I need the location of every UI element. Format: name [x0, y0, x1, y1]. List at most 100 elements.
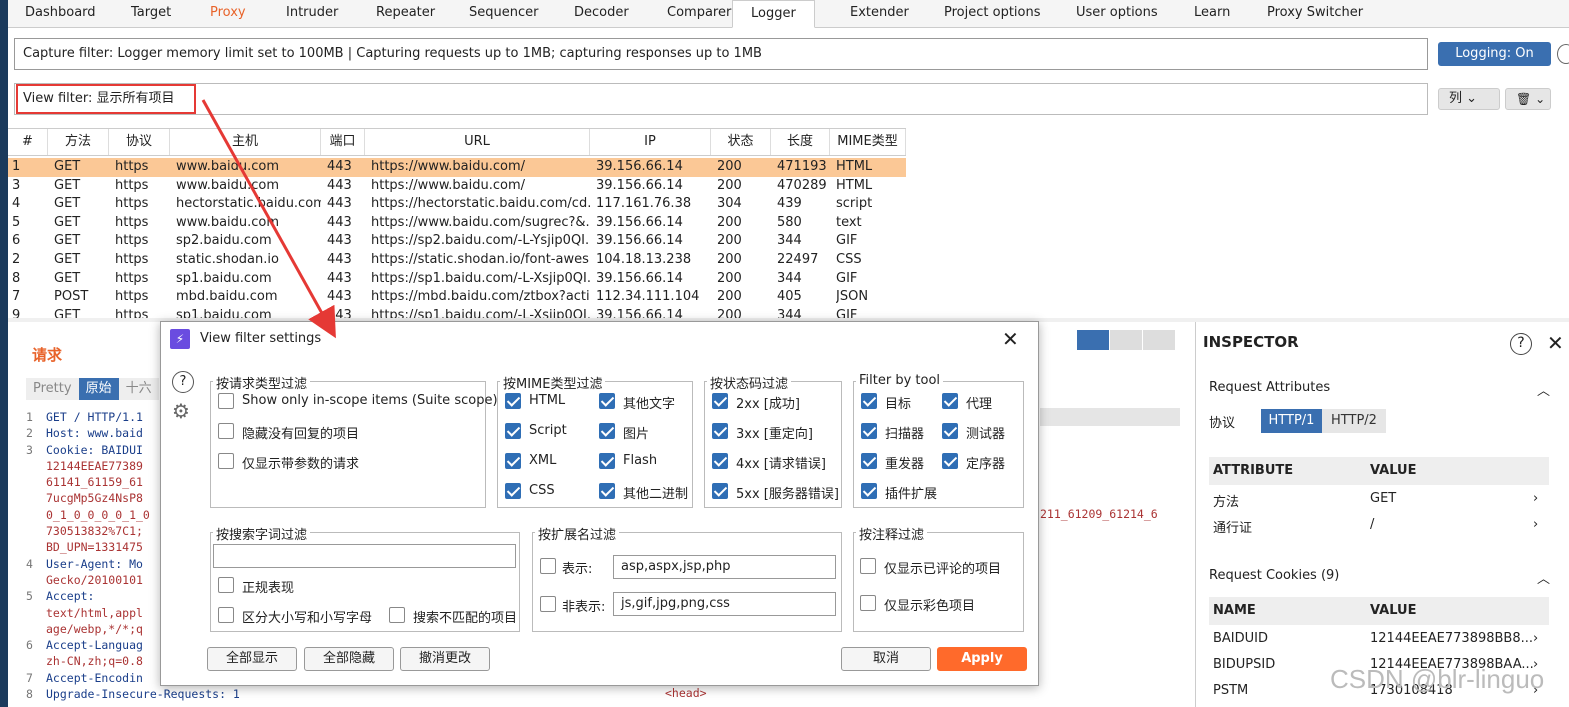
single-view-icon[interactable]: [1143, 330, 1175, 350]
horizontal-view-icon[interactable]: [1110, 330, 1142, 350]
status-0-checkbox[interactable]: [712, 393, 728, 409]
table-cell: POST: [54, 289, 89, 305]
code-line: 8 Upgrade-Insecure-Requests: 1: [26, 686, 646, 702]
mime-5-checkbox[interactable]: [599, 453, 615, 469]
highlighted-only-checkbox[interactable]: [860, 595, 876, 611]
hide-ext-input[interactable]: js,gif,jpg,png,css: [613, 592, 836, 616]
table-row[interactable]: 8 GET https sp1.baidu.com 443 https://sp1.bai…: [8, 270, 906, 289]
show-ext-checkbox[interactable]: [540, 558, 556, 574]
http2-toggle[interactable]: HTTP/2: [1322, 409, 1386, 433]
table-row[interactable]: 3 GET https www.baidu.com 443 https://www.bai…: [8, 177, 906, 196]
table-row[interactable]: 6 GET https sp2.baidu.com 443 https://sp2.bai…: [8, 232, 906, 251]
gear-icon[interactable]: ⚙: [172, 400, 194, 422]
tool-4-checkbox[interactable]: [861, 453, 877, 469]
help-icon[interactable]: ?: [1510, 333, 1532, 355]
table-row[interactable]: 1 GET https www.baidu.com 443 https://www.bai…: [8, 158, 906, 177]
mime-2-checkbox[interactable]: [505, 423, 521, 439]
table-cell: 200: [717, 270, 742, 286]
search-term-input[interactable]: [213, 544, 516, 568]
table-cell: https://sp1.baidu.com/-L-Xsjip0QI...: [371, 307, 590, 318]
commented-only-checkbox[interactable]: [860, 558, 876, 574]
watermark: CSDN @blr-linguo: [1330, 664, 1545, 694]
line-number: 8: [26, 687, 33, 702]
close-icon[interactable]: ✕: [1547, 331, 1564, 355]
revert-button[interactable]: 撤消更改: [400, 647, 490, 671]
chevron-right-icon[interactable]: ›: [1533, 517, 1538, 532]
inspector-row[interactable]: 通行证 / ›: [1209, 514, 1549, 538]
req-type-0-checkbox[interactable]: [218, 393, 234, 409]
tool-0-checkbox[interactable]: [861, 393, 877, 409]
table-cell: GET: [54, 196, 81, 212]
table-row[interactable]: 9 GET https sp1.baidu.com 443 https://sp1.bai…: [8, 307, 906, 318]
http1-toggle[interactable]: HTTP/1: [1261, 409, 1322, 433]
hide-ext-checkbox[interactable]: [540, 596, 556, 612]
status-3-checkbox[interactable]: [712, 483, 728, 499]
req-type-2-label: 仅显示带参数的请求: [242, 457, 360, 472]
status-1-checkbox[interactable]: [712, 423, 728, 439]
table-row[interactable]: 2 GET https static.shodan.io 443 https://stat…: [8, 251, 906, 270]
tab-raw[interactable]: 原始: [78, 378, 119, 400]
inspector-row[interactable]: 方法 GET ›: [1209, 488, 1549, 512]
request-attributes-header[interactable]: Request Attributes: [1209, 380, 1330, 395]
cancel-button[interactable]: 取消: [841, 647, 931, 671]
extension-group: [532, 532, 842, 632]
annotation-group-title: 按注释过滤: [856, 524, 928, 543]
req-type-1-checkbox[interactable]: [218, 423, 234, 439]
commented-only-label: 仅显示已评论的项目: [884, 562, 1002, 577]
request-cookies-header[interactable]: Request Cookies (9): [1209, 568, 1339, 583]
mime-4-checkbox[interactable]: [505, 453, 521, 469]
line-text: age/webp,*/*;q: [46, 621, 143, 636]
tool-6-checkbox[interactable]: [861, 483, 877, 499]
regex-checkbox[interactable]: [218, 577, 234, 593]
line-text: Accept-Languag: [46, 638, 143, 653]
line-text: BD_UPN=1331475: [46, 540, 143, 555]
apply-button[interactable]: Apply: [937, 647, 1027, 671]
table-cell: 443: [327, 214, 352, 230]
tool-3-checkbox[interactable]: [942, 423, 958, 439]
inspector-row[interactable]: BAIDUID 12144EEAE773898BB8... ›: [1209, 628, 1549, 652]
chevron-up-icon[interactable]: ︿: [1537, 568, 1550, 587]
show-ext-input[interactable]: asp,aspx,jsp,php: [613, 555, 836, 579]
status-2-checkbox[interactable]: [712, 453, 728, 469]
line-text: Accept-Encodin: [46, 670, 143, 685]
table-cell: text: [836, 214, 862, 230]
table-cell: www.baidu.com: [176, 159, 280, 174]
hide-all-button[interactable]: 全部隐藏: [304, 647, 394, 671]
mime-3-checkbox[interactable]: [599, 423, 615, 439]
show-all-button[interactable]: 全部显示: [207, 647, 297, 671]
table-cell: 39.156.66.14: [596, 307, 683, 318]
negate-search-checkbox[interactable]: [389, 607, 405, 623]
tab-pretty[interactable]: Pretty: [26, 378, 79, 400]
table-cell: 9: [12, 307, 21, 318]
chevron-right-icon[interactable]: ›: [1533, 631, 1538, 646]
table-cell: 443: [327, 270, 352, 286]
response-head-tag: <head>: [665, 686, 707, 700]
mime-0-checkbox[interactable]: [505, 393, 521, 409]
table-cell: https: [115, 159, 149, 174]
row-key: 通行证: [1213, 521, 1253, 536]
help-icon[interactable]: ?: [172, 371, 194, 393]
table-cell: 443: [327, 233, 352, 249]
table-row[interactable]: 4 GET https hectorstatic.baidu.com 443 https:…: [8, 195, 906, 214]
tab-hex[interactable]: 十六: [118, 378, 159, 400]
case-sensitive-checkbox[interactable]: [218, 607, 234, 623]
table-cell: https://mbd.baidu.com/ztbox?acti...: [371, 289, 590, 305]
response-tab-strip: [1040, 408, 1180, 426]
mime-7-checkbox[interactable]: [599, 483, 615, 499]
chevron-right-icon[interactable]: ›: [1533, 491, 1538, 506]
mime-6-checkbox[interactable]: [505, 483, 521, 499]
split-view-icon[interactable]: [1077, 330, 1109, 350]
table-cell: 200: [717, 177, 742, 193]
table-row[interactable]: 5 GET https www.baidu.com 443 https://www.bai…: [8, 214, 906, 233]
table-row[interactable]: 7 POST https mbd.baidu.com 443 https://mbd.ba…: [8, 288, 906, 307]
req-type-2-checkbox[interactable]: [218, 453, 234, 469]
chevron-up-icon[interactable]: ︿: [1537, 380, 1550, 399]
close-icon[interactable]: ✕: [1002, 327, 1019, 351]
table-cell: 3: [12, 177, 21, 193]
tool-1-checkbox[interactable]: [942, 393, 958, 409]
tool-5-checkbox[interactable]: [942, 453, 958, 469]
row-key: BIDUPSID: [1213, 657, 1276, 672]
table-cell: 39.156.66.14: [596, 270, 683, 286]
mime-1-checkbox[interactable]: [599, 393, 615, 409]
tool-2-checkbox[interactable]: [861, 423, 877, 439]
